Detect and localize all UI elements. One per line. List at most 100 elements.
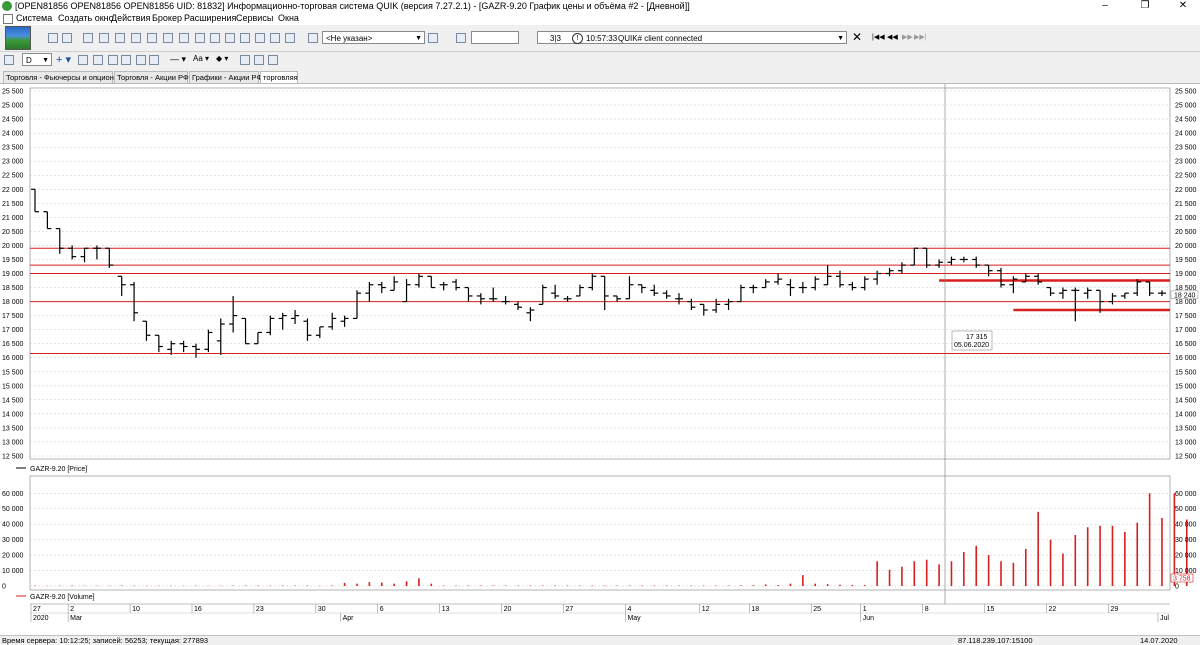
price-tick-label: 19 000	[2, 271, 24, 278]
prev-message-icon[interactable]: ◀◀	[887, 33, 898, 41]
last-price-label: 18 240	[1174, 292, 1196, 299]
chevron-down-icon: ▼	[42, 57, 49, 64]
move-icon[interactable]	[78, 55, 88, 65]
eraser-icon[interactable]	[149, 55, 159, 65]
price-tick-label: 13 000	[2, 439, 24, 446]
draw-line-icon[interactable]	[240, 55, 250, 65]
tab-futures[interactable]: Торговля - Фьючерсы и опционы	[3, 71, 119, 83]
message-text: QUIK# client connected	[618, 34, 703, 43]
date-tick-label: 12	[702, 606, 710, 613]
price-tick-label-right: 19 500	[1175, 257, 1197, 264]
price-tick-label: 20 000	[2, 243, 24, 250]
zoom-out-icon[interactable]	[108, 55, 118, 65]
chevron-down-icon: ▼	[837, 35, 844, 42]
minimize-button[interactable]: –	[1090, 0, 1120, 12]
hand-icon[interactable]	[240, 33, 250, 43]
price-tick-label: 15 500	[2, 369, 24, 376]
draw-arrow-icon[interactable]	[268, 55, 278, 65]
alert-icon[interactable]	[210, 33, 220, 43]
interval-value: D	[26, 56, 32, 65]
price-tick-label: 25 000	[2, 103, 24, 110]
price-tick-label: 20 500	[2, 229, 24, 236]
price-tick-label-right: 25 500	[1175, 89, 1197, 96]
price-tick-label-right: 17 500	[1175, 313, 1197, 320]
month-tick-label: May	[627, 615, 641, 622]
chart-canvas[interactable]: 25 500 25 000 24 500 24 000 23 500 23 000 22 5…	[0, 84, 1200, 635]
tab-stocks-charts[interactable]: Графики - Акции РФ	[189, 71, 262, 83]
table4-icon[interactable]	[147, 33, 157, 43]
date-tick-label: 23	[256, 606, 264, 613]
hand2-icon[interactable]	[255, 33, 265, 43]
last-message-icon[interactable]: ▶▶|	[914, 33, 927, 41]
table6-icon[interactable]	[179, 33, 189, 43]
account-select[interactable]: <Не указан> ▼	[322, 31, 425, 44]
new-window-icon[interactable]	[83, 33, 93, 43]
month-tick-label: Apr	[343, 615, 355, 622]
date-tick-label: 29	[1110, 606, 1118, 613]
close-button[interactable]: ✕	[1168, 0, 1198, 12]
volume-tick-label-right: 60 000	[1175, 491, 1197, 498]
key-icon[interactable]	[62, 33, 72, 43]
price-tick-label-right: 24 000	[1175, 131, 1197, 138]
chart-window[interactable]: 25 500 25 000 24 500 24 000 23 500 23 000 22 5…	[0, 84, 1200, 635]
t-icon[interactable]	[225, 33, 235, 43]
quik-logo	[5, 26, 31, 50]
chart-type-icon[interactable]	[4, 55, 14, 65]
volume-tick-label: 30 000	[2, 537, 24, 544]
date-tick-label: 27	[33, 606, 41, 613]
ruler-icon[interactable]	[136, 55, 146, 65]
search-input[interactable]	[471, 31, 519, 44]
message-bar[interactable]: 3|3 ! 10:57:33 QUIK# client connected ▼	[537, 31, 847, 44]
draw-channel-icon[interactable]	[254, 55, 264, 65]
volume-tick-label: 0	[2, 584, 6, 591]
volume-tick-label: 50 000	[2, 506, 24, 513]
arrow-right-icon[interactable]	[48, 33, 58, 43]
price-tick-label-right: 15 500	[1175, 369, 1197, 376]
menu-broker[interactable]: Брокер	[152, 12, 182, 25]
info-circle-icon: !	[572, 33, 583, 44]
menu-system[interactable]: Система	[16, 12, 52, 25]
tab-stocks-trading[interactable]: Торговля - Акции РФ	[114, 71, 189, 83]
price-tick-label: 23 000	[2, 159, 24, 166]
price-tick-label: 22 000	[2, 187, 24, 194]
table2-icon[interactable]	[115, 33, 125, 43]
account-icon[interactable]	[308, 33, 318, 43]
settings-icon[interactable]	[428, 33, 438, 43]
fill-icon[interactable]: ◆ ▾	[216, 54, 228, 63]
table5-icon[interactable]	[163, 33, 173, 43]
hand3-icon[interactable]	[270, 33, 280, 43]
tab-bar: Торговля - Фьючерсы и опционы Торговля -…	[0, 69, 1200, 84]
date-tick-label: 16	[194, 606, 202, 613]
price-tick-label-right: 17 000	[1175, 327, 1197, 334]
crosshair-icon[interactable]: + ▾	[56, 53, 71, 66]
month-tick-label: Jun	[863, 615, 874, 622]
menu-windows[interactable]: Окна	[278, 12, 299, 25]
chart-toolbar: D ▼ + ▾ — ▾ Aa ▾ ◆ ▾	[0, 52, 1200, 68]
menu-actions[interactable]: Действия	[111, 12, 150, 25]
table3-icon[interactable]	[131, 33, 141, 43]
document-icon[interactable]	[3, 14, 13, 24]
price-tick-label-right: 20 500	[1175, 229, 1197, 236]
price-tick-label: 15 000	[2, 383, 24, 390]
menu-services[interactable]: Сервисы	[236, 12, 273, 25]
chart-bars-icon[interactable]	[285, 33, 295, 43]
line-style-icon[interactable]: — ▾	[170, 54, 186, 65]
menu-extensions[interactable]: Расширения	[184, 12, 236, 25]
crosshair-date: 05.06.2020	[954, 342, 989, 349]
next-message-icon[interactable]: ▶▶	[902, 33, 913, 41]
price-tick-label-right: 20 000	[1175, 243, 1197, 250]
info-icon[interactable]	[195, 33, 205, 43]
menu-create-window[interactable]: Создать окно	[58, 12, 114, 25]
first-message-icon[interactable]: |◀◀	[872, 33, 885, 41]
date-tick-label: 10	[132, 606, 140, 613]
search-icon[interactable]	[456, 33, 466, 43]
tab-trading[interactable]: торговляя	[260, 71, 298, 83]
table-icon[interactable]	[99, 33, 109, 43]
pencil-icon[interactable]	[121, 55, 131, 65]
font-icon[interactable]: Aa ▾	[193, 54, 209, 63]
close-messages-icon[interactable]: ✕	[852, 30, 862, 44]
interval-select[interactable]: D ▼	[22, 53, 52, 66]
restore-button[interactable]: ❐	[1130, 0, 1160, 12]
zoom-in-icon[interactable]	[93, 55, 103, 65]
price-tick-label: 21 500	[2, 201, 24, 208]
